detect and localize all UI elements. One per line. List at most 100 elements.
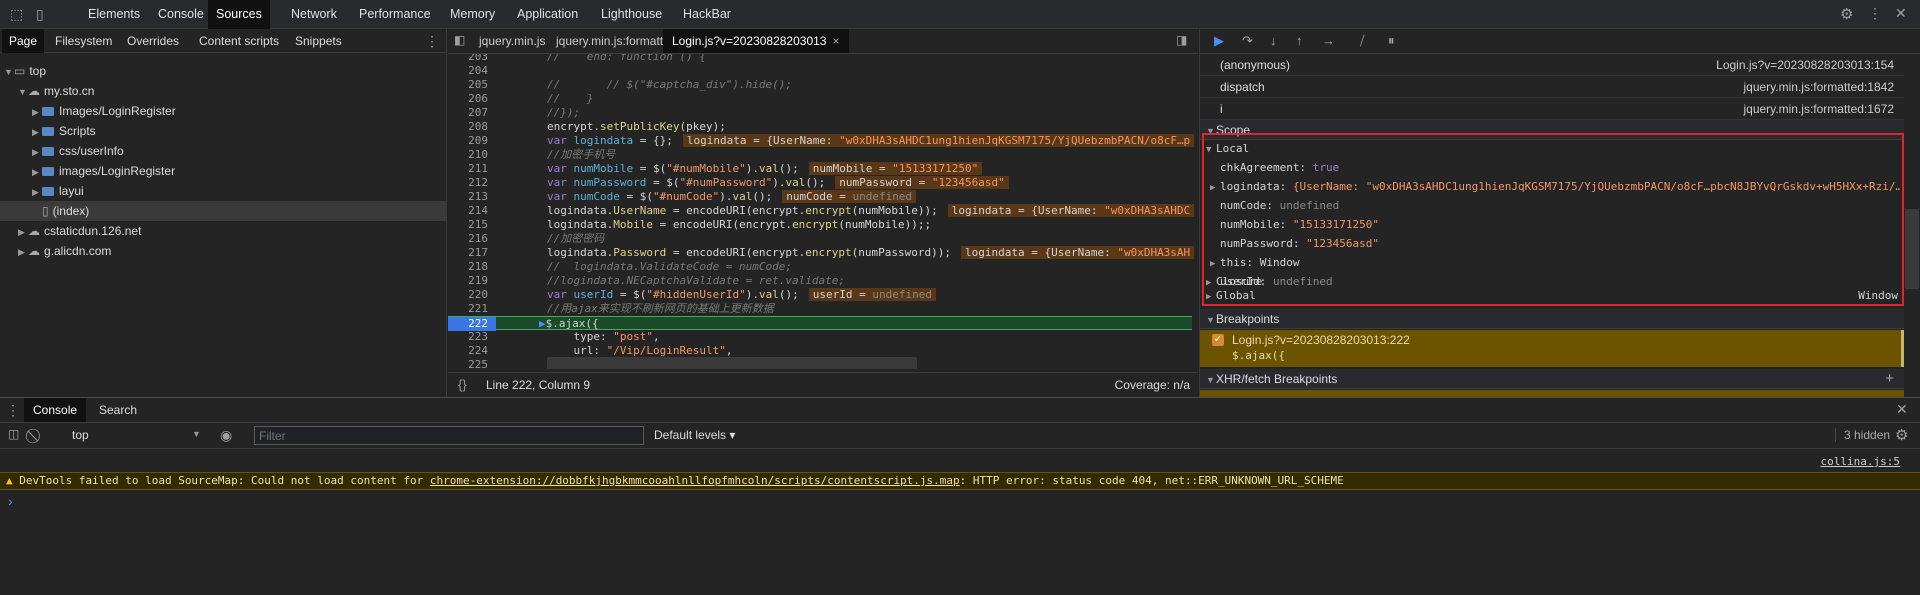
line-number[interactable]: 205	[448, 78, 488, 92]
code-line[interactable]: 208 encrypt.setPublicKey(pkey);	[448, 120, 1192, 134]
live-expression-eye-icon[interactable]: ◉	[220, 427, 232, 444]
tree-item[interactable]: ▶ layui	[0, 181, 447, 201]
step-out-icon[interactable]: ↑	[1296, 33, 1303, 48]
navigator-tab-filesystem[interactable]: Filesystem	[48, 29, 119, 53]
breakpoints-section-header[interactable]: ▼Breakpoints	[1200, 309, 1904, 329]
inspect-element-icon[interactable]: ⬚	[10, 6, 23, 23]
scope-variable[interactable]: ▶ this: Window	[1210, 253, 1900, 272]
line-number[interactable]: 213	[448, 190, 488, 204]
context-selector[interactable]: top	[72, 428, 89, 442]
tree-item[interactable]: ▯ (index)	[0, 201, 447, 221]
step-into-icon[interactable]: ↓	[1270, 33, 1277, 48]
code-line[interactable]: 207 //});	[448, 106, 1192, 120]
code-line[interactable]: 213 var numCode = $("#numCode").val(); num…	[448, 190, 1192, 204]
scope-global[interactable]: ▶ Global Window	[1206, 286, 1900, 305]
tree-item[interactable]: ▶ ☁ cstaticdun.126.net	[0, 221, 447, 241]
editor-tab[interactable]: Login.js?v=20230828203013 ×	[663, 29, 849, 53]
code-line[interactable]: 212 var numPassword = $("#numPassword").v…	[448, 176, 1192, 190]
code-line[interactable]: 209 var logindata = {}; logindata = {UserN…	[448, 134, 1195, 148]
code-line[interactable]: 219 //logindata.NECaptchaValidate = ret.v…	[448, 274, 1192, 288]
line-number[interactable]: 215	[448, 218, 488, 232]
drawer-tab-search[interactable]: Search	[90, 398, 146, 422]
expand-arrow-icon[interactable]: ▶	[18, 242, 28, 262]
line-number[interactable]: 211	[448, 162, 488, 176]
tab-memory[interactable]: Memory	[442, 0, 503, 29]
tree-item[interactable]: ▼▭ top	[0, 61, 447, 81]
breakpoint-checkbox[interactable]: ✓	[1212, 334, 1224, 346]
code-line[interactable]: 217 logindata.Password = encodeURI(encryp…	[448, 246, 1195, 260]
code-line[interactable]: 223 type: "post",	[448, 330, 1192, 344]
add-xhr-breakpoint-icon[interactable]: +	[1885, 369, 1894, 389]
code-line[interactable]: 216 //加密密码	[448, 232, 1192, 246]
code-line[interactable]: 224 url: "/Vip/LoginResult",	[448, 344, 1192, 358]
line-number[interactable]: 217	[448, 246, 488, 260]
line-number[interactable]: 220	[448, 288, 488, 302]
line-number[interactable]: 207	[448, 106, 488, 120]
scope-variable[interactable]: ▶ logindata: {UserName: "w0xDHA3sAHDC1ung…	[1210, 177, 1900, 196]
scope-variable[interactable]: numMobile: "15133171250"	[1210, 215, 1900, 234]
line-number[interactable]: 203	[448, 54, 488, 64]
expand-arrow-icon[interactable]: ▶	[32, 102, 42, 122]
code-line[interactable]: 214 logindata.UserName = encodeURI(encryp…	[448, 204, 1195, 218]
step-over-icon[interactable]: ↷	[1242, 33, 1253, 49]
device-toolbar-icon[interactable]: ▯	[36, 6, 44, 23]
tab-sources[interactable]: Sources	[208, 0, 270, 29]
context-dropdown-icon[interactable]: ▼	[192, 429, 201, 439]
close-devtools-icon[interactable]: ✕	[1895, 5, 1907, 22]
expand-arrow-icon[interactable]: ▶	[1210, 255, 1220, 272]
line-number[interactable]: 222	[448, 317, 496, 331]
sidebar-scrollbar[interactable]	[1905, 209, 1919, 289]
close-tab-icon[interactable]: ×	[832, 34, 839, 48]
line-number[interactable]: 221	[448, 302, 488, 316]
call-frame[interactable]: (anonymous) Login.js?v=20230828203013:154	[1200, 54, 1904, 76]
tree-item[interactable]: ▶ images/LoginRegister	[0, 161, 447, 181]
navigator-tab-page[interactable]: Page	[2, 29, 45, 53]
tree-item[interactable]: ▼☁ my.sto.cn	[0, 81, 447, 101]
deactivate-breakpoints-icon[interactable]: ⧸	[1360, 33, 1364, 49]
tree-item[interactable]: ▶ Scripts	[0, 121, 447, 141]
line-number[interactable]: 206	[448, 92, 488, 106]
line-number[interactable]: 225	[448, 358, 488, 372]
line-number[interactable]: 218	[448, 260, 488, 274]
code-line[interactable]: 222 ▶$.ajax({	[448, 316, 1192, 331]
line-number[interactable]: 224	[448, 344, 488, 358]
tab-network[interactable]: Network	[283, 0, 345, 29]
code-line[interactable]: 205 // // $("#captcha_div").hide();	[448, 78, 1192, 92]
tab-elements[interactable]: Elements	[80, 0, 148, 29]
pretty-print-icon[interactable]: {}	[458, 373, 467, 397]
horizontal-scrollbar[interactable]	[547, 357, 917, 369]
toggle-navigator-icon[interactable]: ◧	[454, 33, 465, 47]
pause-on-exceptions-icon[interactable]: ⏸	[1388, 33, 1395, 49]
scope-local-header[interactable]: ▼ Local	[1206, 139, 1896, 158]
console-settings-icon[interactable]: ⚙	[1895, 426, 1908, 444]
tab-performance[interactable]: Performance	[351, 0, 439, 29]
tab-lighthouse[interactable]: Lighthouse	[593, 0, 670, 29]
navigator-tab-overrides[interactable]: Overrides	[120, 29, 186, 53]
line-number[interactable]: 204	[448, 64, 488, 78]
resume-icon[interactable]: ▶	[1214, 33, 1224, 49]
line-number[interactable]: 209	[448, 134, 488, 148]
code-line[interactable]: 203 // end: function () {	[448, 54, 1192, 64]
code-line[interactable]: 218 // logindata.ValidateCode = numCode;	[448, 260, 1192, 274]
code-line[interactable]: 211 var numMobile = $("#numMobile").val()…	[448, 162, 1192, 176]
tab-hackbar[interactable]: HackBar	[675, 0, 739, 29]
code-line[interactable]: 206 // }	[448, 92, 1192, 106]
navigator-menu-icon[interactable]: ⋮	[425, 33, 439, 50]
console-sidebar-icon[interactable]: ◫	[8, 427, 19, 441]
code-line[interactable]: 210 //加密手机号	[448, 148, 1192, 162]
message-source-link[interactable]: collina.js:5	[1821, 455, 1900, 468]
expand-arrow-icon[interactable]: ▶	[32, 182, 42, 202]
tab-console[interactable]: Console	[150, 0, 212, 29]
log-levels-dropdown[interactable]: Default levels ▾	[654, 428, 735, 442]
expand-arrow-icon[interactable]: ▶	[32, 122, 42, 142]
tree-item[interactable]: ▶ ☁ g.alicdn.com	[0, 241, 447, 261]
code-line[interactable]: 220 var userId = $("#hiddenUserId").val()…	[448, 288, 1192, 302]
sourcemap-link[interactable]: chrome-extension://dobbfkjhgbkmmcooahlnl…	[430, 474, 960, 487]
expand-arrow-icon[interactable]: ▶	[32, 162, 42, 182]
tab-application[interactable]: Application	[509, 0, 586, 29]
code-line[interactable]: 221 //用ajax来实现不刷新网页的基础上更新数据	[448, 302, 1192, 316]
scope-variable[interactable]: numCode: undefined	[1210, 196, 1900, 215]
expand-arrow-icon[interactable]: ▶	[18, 222, 28, 242]
code-line[interactable]: 204	[448, 64, 1192, 78]
line-number[interactable]: 219	[448, 274, 488, 288]
